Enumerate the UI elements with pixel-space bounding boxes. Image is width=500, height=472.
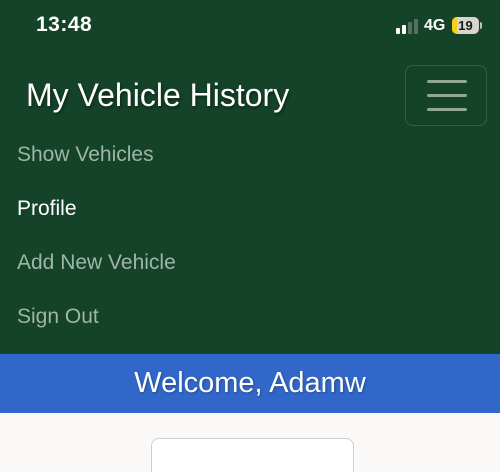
network-type: 4G [424, 17, 446, 34]
signal-bar [396, 28, 400, 34]
navbar-brand[interactable]: My Vehicle History [26, 77, 289, 114]
main-content [0, 413, 500, 472]
nav-item-add-new-vehicle[interactable]: Add New Vehicle [17, 251, 176, 275]
signal-icon [396, 18, 418, 34]
welcome-text: Welcome, Adamw [134, 367, 366, 399]
hamburger-bar [427, 108, 467, 111]
welcome-banner: Welcome, Adamw [0, 354, 500, 413]
signal-bar [402, 25, 406, 34]
hamburger-bar [427, 94, 467, 97]
signal-bar [408, 22, 412, 34]
nav-item-sign-out[interactable]: Sign Out [17, 305, 99, 329]
signal-bar [414, 19, 418, 34]
battery-level: 19 [458, 18, 473, 33]
app-screen: 13:48 4G 19 My Vehicle History Show Vehi… [0, 0, 500, 472]
battery-icon: 19 [452, 17, 479, 34]
nav-item-profile[interactable]: Profile [17, 197, 77, 221]
status-bar: 13:48 4G 19 [0, 0, 500, 52]
hamburger-bar [427, 80, 467, 83]
battery-tip [480, 22, 482, 29]
status-time: 13:48 [36, 13, 93, 36]
menu-toggle-button[interactable] [405, 65, 487, 126]
nav-item-show-vehicles[interactable]: Show Vehicles [17, 143, 154, 167]
content-card[interactable] [151, 438, 354, 472]
